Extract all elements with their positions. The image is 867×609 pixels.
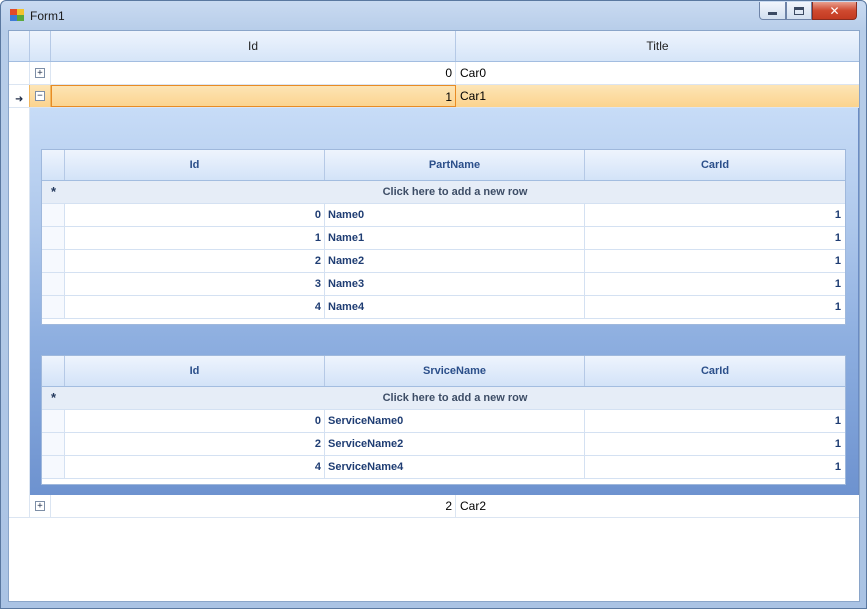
cell-id[interactable]: 0 [51, 62, 456, 84]
header-row-selector[interactable] [42, 150, 65, 180]
collapse-icon[interactable]: − [35, 91, 45, 101]
row-selector[interactable] [9, 62, 30, 84]
expand-icon[interactable]: + [35, 68, 45, 78]
header-expand-column[interactable] [30, 31, 51, 61]
row-selector[interactable] [42, 273, 65, 295]
cell-carid[interactable]: 1 [585, 410, 845, 432]
cell-carid[interactable]: 1 [585, 250, 845, 272]
cell-id[interactable]: 1 [51, 85, 456, 107]
new-row-asterisk-icon: * [42, 387, 65, 409]
app-icon [10, 9, 24, 22]
cell-title[interactable]: Car0 [456, 62, 859, 84]
expand-icon[interactable]: + [35, 501, 45, 511]
table-row[interactable]: + 2 Car2 [9, 495, 859, 518]
expand-cell[interactable]: − [30, 85, 51, 107]
table-row[interactable]: 0 Name0 1 [42, 204, 845, 227]
row-selector[interactable] [42, 296, 65, 318]
cell-partname[interactable]: Name1 [325, 227, 585, 249]
maximize-button[interactable] [786, 2, 812, 20]
cell-carid[interactable]: 1 [585, 204, 845, 226]
table-row[interactable]: 2 ServiceName2 1 [42, 433, 845, 456]
parts-grid: Id PartName CarId * Click here to add a … [41, 149, 846, 325]
column-header-carid[interactable]: CarId [585, 356, 845, 386]
cell-servicename[interactable]: ServiceName2 [325, 433, 585, 455]
row-selector[interactable] [42, 433, 65, 455]
cell-title[interactable]: Car1 [456, 85, 859, 107]
row-selector[interactable] [9, 495, 30, 517]
maximize-icon [794, 6, 804, 15]
cell-servicename[interactable]: ServiceName0 [325, 410, 585, 432]
expand-cell[interactable]: + [30, 495, 51, 517]
column-header-id[interactable]: Id [65, 356, 325, 386]
table-row[interactable]: 4 ServiceName4 1 [42, 456, 845, 479]
detail-row-selector [9, 108, 30, 495]
cell-id[interactable]: 0 [65, 204, 325, 226]
table-row[interactable]: 3 Name3 1 [42, 273, 845, 296]
row-selector[interactable]: ➜ [9, 85, 30, 107]
row-selector[interactable] [42, 456, 65, 478]
cell-id[interactable]: 2 [65, 433, 325, 455]
cell-id[interactable]: 4 [65, 456, 325, 478]
row-selector[interactable] [42, 204, 65, 226]
window-title: Form1 [30, 9, 65, 23]
row-selector[interactable] [42, 250, 65, 272]
column-header-id[interactable]: Id [51, 31, 456, 61]
new-row[interactable]: * Click here to add a new row [42, 387, 845, 410]
cell-partname[interactable]: Name4 [325, 296, 585, 318]
cell-id[interactable]: 2 [65, 250, 325, 272]
row-selector[interactable] [42, 227, 65, 249]
new-row-asterisk-icon: * [42, 181, 65, 203]
add-new-row-prompt[interactable]: Click here to add a new row [65, 181, 845, 203]
cell-id[interactable]: 2 [51, 495, 456, 517]
cell-servicename[interactable]: ServiceName4 [325, 456, 585, 478]
services-grid: Id SrviceName CarId * Click here to add … [41, 355, 846, 485]
master-grid-header: Id Title [9, 31, 859, 62]
column-header-title[interactable]: Title [456, 31, 859, 61]
add-new-row-prompt[interactable]: Click here to add a new row [65, 387, 845, 409]
expand-cell[interactable]: + [30, 62, 51, 84]
close-icon: ✕ [829, 3, 840, 18]
cell-partname[interactable]: Name0 [325, 204, 585, 226]
table-row[interactable]: 0 ServiceName0 1 [42, 410, 845, 433]
services-grid-header: Id SrviceName CarId [42, 356, 845, 387]
cell-partname[interactable]: Name3 [325, 273, 585, 295]
cell-carid[interactable]: 1 [585, 456, 845, 478]
minimize-icon [768, 12, 777, 15]
cell-id[interactable]: 3 [65, 273, 325, 295]
cell-title[interactable]: Car2 [456, 495, 859, 517]
detail-panel: Id PartName CarId * Click here to add a … [30, 108, 859, 495]
table-row[interactable]: 4 Name4 1 [42, 296, 845, 319]
window: Form1 ✕ Id Title + 0 Car0 ➜ − 1 Car1 Id … [0, 0, 867, 609]
header-row-selector[interactable] [9, 31, 30, 61]
table-row[interactable]: + 0 Car0 [9, 62, 859, 85]
table-row[interactable]: 1 Name1 1 [42, 227, 845, 250]
cell-id[interactable]: 1 [65, 227, 325, 249]
parts-grid-header: Id PartName CarId [42, 150, 845, 181]
minimize-button[interactable] [759, 2, 786, 20]
form-client-area: Id Title + 0 Car0 ➜ − 1 Car1 Id PartName… [8, 30, 860, 602]
title-bar[interactable]: Form1 ✕ [1, 1, 866, 30]
cell-carid[interactable]: 1 [585, 227, 845, 249]
header-row-selector[interactable] [42, 356, 65, 386]
cell-partname[interactable]: Name2 [325, 250, 585, 272]
table-row[interactable]: 2 Name2 1 [42, 250, 845, 273]
cell-carid[interactable]: 1 [585, 273, 845, 295]
new-row[interactable]: * Click here to add a new row [42, 181, 845, 204]
close-button[interactable]: ✕ [812, 2, 857, 20]
column-header-carid[interactable]: CarId [585, 150, 845, 180]
column-header-id[interactable]: Id [65, 150, 325, 180]
column-header-servicename[interactable]: SrviceName [325, 356, 585, 386]
row-selector[interactable] [42, 410, 65, 432]
table-row-selected[interactable]: ➜ − 1 Car1 [9, 85, 859, 108]
cell-id[interactable]: 4 [65, 296, 325, 318]
cell-id[interactable]: 0 [65, 410, 325, 432]
cell-carid[interactable]: 1 [585, 296, 845, 318]
cell-carid[interactable]: 1 [585, 433, 845, 455]
column-header-partname[interactable]: PartName [325, 150, 585, 180]
